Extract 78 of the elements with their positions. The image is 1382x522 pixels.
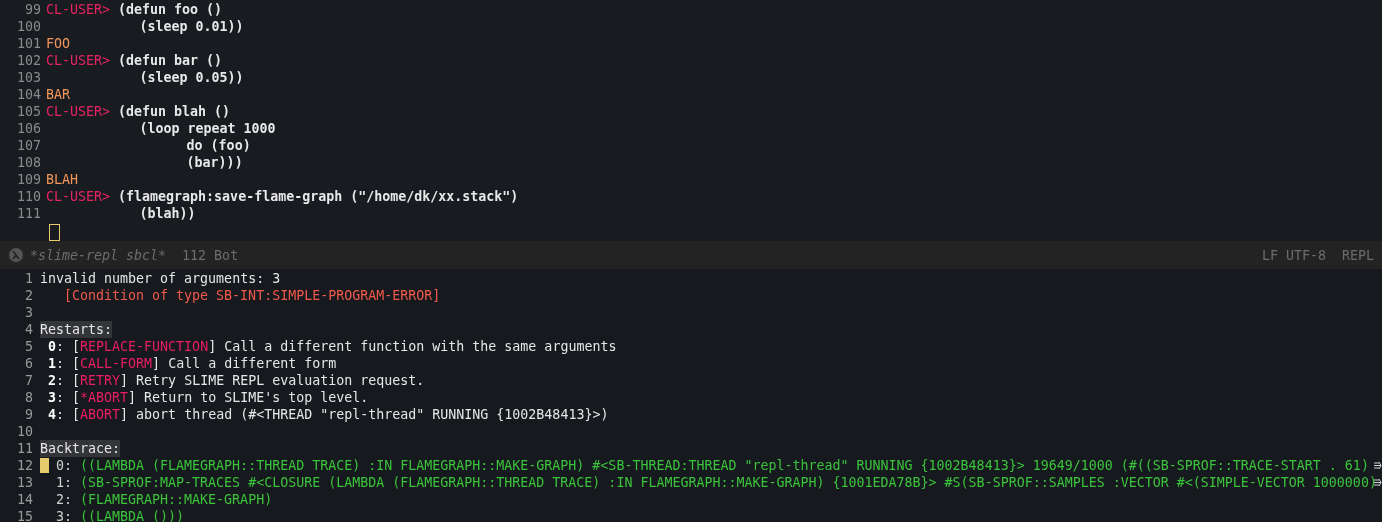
restart-number: 2:: [48, 372, 65, 389]
line-number: 14: [17, 492, 33, 507]
restart-number: 0:: [48, 338, 65, 355]
line-number: 15: [17, 509, 33, 522]
buffer-position: 112 Bot: [182, 246, 239, 264]
section-heading: Backtrace:: [40, 440, 121, 457]
line-number: 110: [16, 189, 41, 204]
restart-description: Retry SLIME REPL evaluation request.: [136, 372, 425, 389]
code-text: (defun blah (): [118, 103, 231, 120]
frame-text: ((LAMBDA (FLAMEGRAPH::THREAD TRACE) :IN FLAMEGRAPH::MAKE-GRAPH) #<SB-THREAD:THREAD "repl-thread" RUNNING {1002B48413}> 19649/1000 (#((SB-SPROF::TRACE-START . 61): [80, 457, 1369, 474]
code-text: (sleep 0.01)): [139, 18, 244, 35]
line-number: 12: [17, 458, 33, 473]
line-number: 11: [17, 441, 33, 456]
restart-number: 3:: [48, 389, 65, 406]
frame-number: 0:: [56, 457, 72, 474]
repl-prompt: CL-USER>: [46, 1, 111, 18]
line-number: 9: [25, 407, 33, 422]
repl-prompt: CL-USER>: [46, 52, 111, 69]
line-number: 99: [25, 2, 41, 17]
line-number: 102: [16, 53, 41, 68]
code-text: (flamegraph:save-flame-graph ("/home/dk/xx.stack"): [118, 188, 519, 205]
restart-name[interactable]: [ABORT]: [72, 406, 129, 423]
restart-description: abort thread (#<THREAD "repl-thread" RUNNING {1002B48413}>): [136, 406, 609, 423]
buffer-name: *slime-repl sbcl*: [30, 246, 167, 264]
file-encoding: LF UTF-8: [1261, 246, 1326, 264]
frame-text: ((LAMBDA ())): [80, 508, 185, 522]
line-number: 108: [16, 155, 41, 170]
error-message: invalid number of arguments: 3: [40, 270, 281, 287]
line-number: 7: [25, 373, 33, 388]
restart-number: 1:: [48, 355, 65, 372]
line-number: 111: [16, 206, 41, 221]
line-number: 10: [17, 424, 33, 439]
result-text: BAR: [46, 86, 71, 103]
frame-text: (SB-SPROF:MAP-TRACES #<CLOSURE (LAMBDA (FLAMEGRAPH::THREAD TRACE) :IN FLAMEGRAPH::MAKE-GRAPH) {1001EDA78B}> #S(SB-SPROF::SAMPLES :VECTOR #<(SIMPLE-VECTOR 1000000): [80, 474, 1377, 491]
section-heading: Restarts:: [40, 321, 113, 338]
code-text: (defun bar (): [118, 52, 223, 69]
code-text: (defun foo (): [118, 1, 223, 18]
restart-description: Call a different form: [168, 355, 337, 372]
major-mode: REPL: [1341, 246, 1374, 264]
line-number: 106: [16, 121, 41, 136]
line-number: 104: [16, 87, 41, 102]
lambda-logo-icon: [8, 247, 24, 263]
line-number: 5: [25, 339, 33, 354]
line-number: 109: [16, 172, 41, 187]
line-number: 3: [25, 305, 33, 320]
frame-number: 3:: [56, 508, 72, 522]
restart-description: Return to SLIME's top level.: [144, 389, 369, 406]
line-number: 4: [25, 322, 33, 337]
restart-name[interactable]: [RETRY]: [72, 372, 129, 389]
condition-type: [Condition of type SB-INT:SIMPLE-PROGRAM-ERROR]: [64, 287, 441, 304]
line-number: 8: [25, 390, 33, 405]
code-text: do (foo): [186, 137, 251, 154]
result-text: BLAH: [46, 171, 79, 188]
line-number: 105: [16, 104, 41, 119]
repl-prompt: CL-USER>: [46, 103, 111, 120]
frame-number: 1:: [56, 474, 72, 491]
line-number: 101: [16, 36, 41, 51]
restart-name[interactable]: [REPLACE-FUNCTION]: [72, 338, 217, 355]
code-text: (bar))): [186, 154, 243, 171]
frame-number: 2:: [56, 491, 72, 508]
line-number: 100: [16, 19, 41, 34]
restart-description: Call a different function with the same arguments: [224, 338, 617, 355]
line-number: 107: [16, 138, 41, 153]
line-number: 103: [16, 70, 41, 85]
line-number: 13: [17, 475, 33, 490]
result-text: FOO: [46, 35, 71, 52]
restart-number: 4:: [48, 406, 65, 423]
line-number: 2: [25, 288, 33, 303]
text-cursor: [49, 224, 60, 241]
frame-text: (FLAMEGRAPH::MAKE-GRAPH): [80, 491, 273, 508]
restart-name[interactable]: [*ABORT]: [72, 389, 137, 406]
code-text: (sleep 0.05)): [139, 69, 244, 86]
code-text: (loop repeat 1000: [139, 120, 276, 137]
line-number: 6: [25, 356, 33, 371]
repl-prompt: CL-USER>: [46, 188, 111, 205]
code-text: (blah)): [139, 205, 196, 222]
restart-name[interactable]: [CALL-FORM]: [72, 355, 161, 372]
line-number: 1: [25, 271, 33, 286]
